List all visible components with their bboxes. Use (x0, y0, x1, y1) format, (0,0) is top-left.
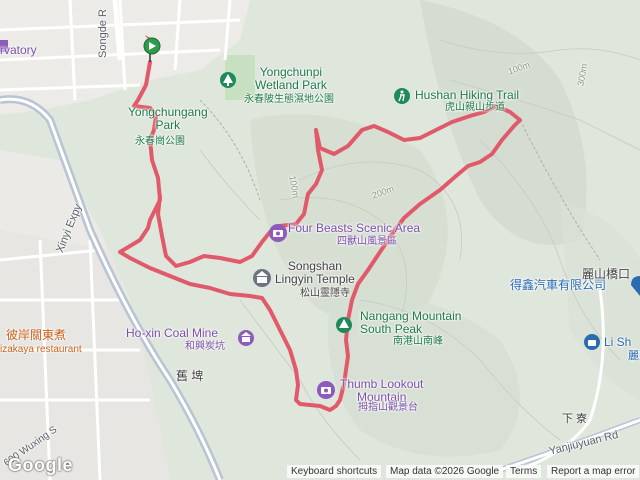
label-songshan-zh: 松山靈隱寺 (300, 288, 350, 299)
label-xia-liao: 下 寮 (562, 413, 588, 425)
label-li-zh: 麗 (628, 350, 639, 362)
label-observatory: rvatory (0, 43, 37, 57)
label-restaurant-zh: 彼岸關東煮 (6, 328, 67, 342)
label-yongchungang: Yongchungang Park (128, 105, 208, 133)
report-error-link[interactable]: Report a map error (547, 465, 640, 478)
label-nangang-zh: 南港山南峰 (393, 336, 443, 347)
label-jiu-kun: 舊 埤 (176, 369, 204, 383)
temple-icon[interactable] (253, 269, 271, 287)
label-hushan: Hushan Hiking Trail (415, 88, 520, 102)
camera-icon-thumb[interactable] (317, 381, 335, 399)
museum-icon[interactable] (238, 330, 254, 346)
label-hoxin-zh: 和興炭坑 (185, 341, 225, 352)
label-hushan-zh: 虎山親山步道 (445, 102, 505, 113)
map-data-attribution: Map data ©2026 Google (386, 465, 504, 478)
label-yongchunpi-zh: 永春陂生態濕地公園 (244, 94, 334, 105)
label-yongchungang-zh: 永春崗公園 (135, 136, 185, 147)
camera-icon-four-beasts[interactable] (269, 224, 287, 242)
label-yongchunpi: Yongchunpi Wetland Park (255, 65, 327, 93)
label-songshan: Songshan Lingyin Temple (275, 259, 355, 287)
terms-link[interactable]: Terms (506, 465, 542, 478)
label-four-beasts-zh: 四獸山風景區 (337, 236, 397, 247)
bag-icon-li[interactable] (584, 334, 600, 350)
label-hoxin: Ho-xin Coal Mine (126, 326, 219, 340)
hiker-icon[interactable] (394, 88, 410, 104)
label-thumb-zh: 拇指山觀景台 (358, 402, 418, 413)
google-logo: Google (8, 455, 73, 475)
label-songde-road: Songde R (97, 9, 109, 58)
label-bridge-zh: 麗山橋口 (582, 267, 631, 281)
label-thumb: Thumb Lookout Mountain (340, 377, 424, 405)
keyboard-shortcuts-link[interactable]: Keyboard shortcuts (287, 465, 382, 478)
label-nangang: Nangang Mountain South Peak (360, 309, 462, 337)
label-four-beasts: Four Beasts Scenic Area (288, 221, 421, 235)
label-restaurant: izakaya restaurant (0, 344, 82, 355)
label-li-sh: Li Sh (604, 335, 632, 349)
peak-icon[interactable] (336, 317, 352, 333)
park-icon[interactable] (220, 72, 236, 88)
